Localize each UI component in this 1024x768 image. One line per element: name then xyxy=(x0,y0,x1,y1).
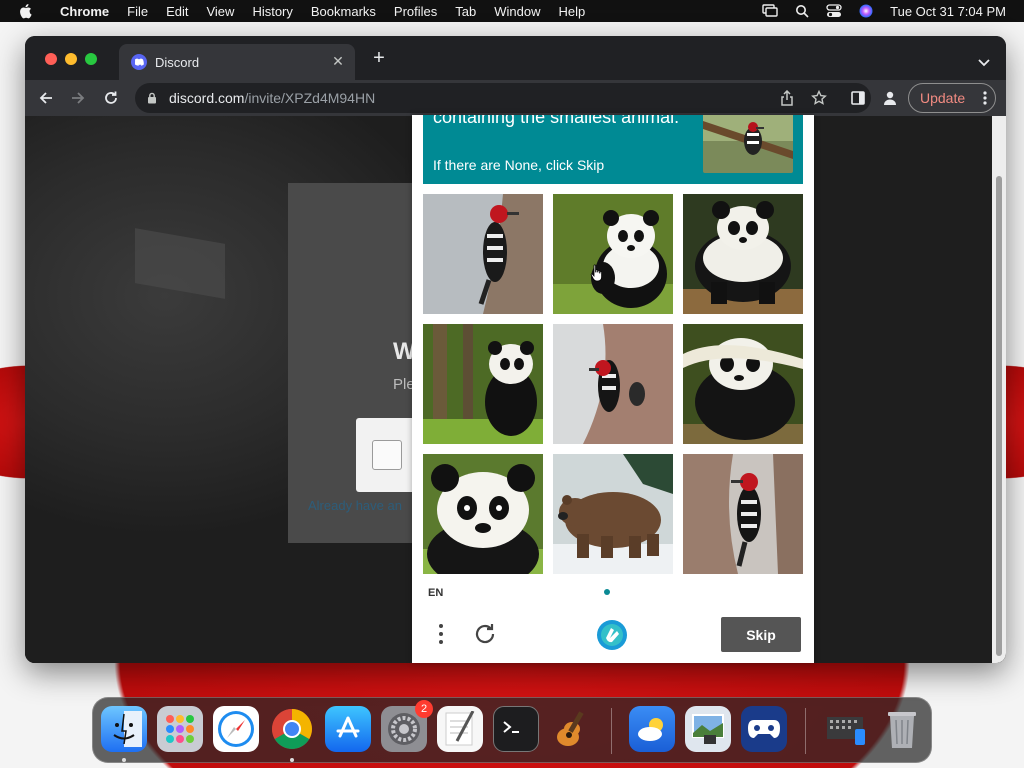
menu-app-name[interactable]: Chrome xyxy=(60,4,109,19)
captcha-header: containing the smallest animal. If there… xyxy=(423,115,803,184)
chrome-menu-icon[interactable] xyxy=(983,90,987,106)
url-text: discord.com/invite/XPZd4M94HN xyxy=(169,90,375,106)
chrome-icon[interactable] xyxy=(269,706,315,752)
captcha-hint: If there are None, click Skip xyxy=(433,157,605,173)
settings-notification-badge: 2 xyxy=(415,700,433,718)
bookmark-star-icon[interactable] xyxy=(811,90,827,106)
menu-help[interactable]: Help xyxy=(559,4,586,19)
captcha-tile-1[interactable] xyxy=(423,194,543,314)
url-path: /invite/XPZd4M94HN xyxy=(244,90,376,106)
safari-icon[interactable] xyxy=(213,706,259,752)
more-options-icon[interactable] xyxy=(436,621,446,647)
launchpad-icon[interactable] xyxy=(157,706,203,752)
menu-tab[interactable]: Tab xyxy=(455,4,476,19)
dock-separator-2 xyxy=(805,708,806,754)
refresh-challenge-icon[interactable] xyxy=(472,621,498,647)
dock: 2 xyxy=(92,697,932,763)
apple-icon[interactable] xyxy=(18,3,36,19)
language-selector[interactable]: EN xyxy=(428,587,443,599)
chrome-running-dot xyxy=(290,758,294,762)
finder-icon[interactable] xyxy=(101,706,147,752)
captcha-challenge: containing the smallest animal. If there… xyxy=(412,115,814,663)
hand-cursor-icon xyxy=(590,264,604,282)
zoom-window-button[interactable] xyxy=(85,53,97,65)
close-tab-icon[interactable]: ✕ xyxy=(331,54,345,68)
lock-icon[interactable] xyxy=(147,91,159,105)
reload-icon[interactable] xyxy=(102,89,120,107)
menu-profiles[interactable]: Profiles xyxy=(394,4,437,19)
page-scrollbar[interactable] xyxy=(992,116,1006,663)
profile-icon[interactable] xyxy=(881,89,899,107)
discord-favicon-icon xyxy=(131,54,147,70)
captcha-checkbox[interactable] xyxy=(372,440,402,470)
captcha-tile-7[interactable] xyxy=(423,454,543,574)
system-settings-icon[interactable]: 2 xyxy=(381,700,433,752)
terminal-icon[interactable] xyxy=(493,706,539,752)
tab-title: Discord xyxy=(155,54,200,70)
close-window-button[interactable] xyxy=(45,53,57,65)
menu-edit[interactable]: Edit xyxy=(166,4,188,19)
captcha-tile-2[interactable] xyxy=(553,194,673,314)
skip-button[interactable]: Skip xyxy=(721,617,801,652)
tab-search-chevron-icon[interactable] xyxy=(978,54,990,67)
menu-history[interactable]: History xyxy=(252,4,292,19)
steam-link-icon[interactable] xyxy=(741,706,787,752)
forward-arrow-icon[interactable] xyxy=(69,89,87,107)
finder-running-dot xyxy=(122,758,126,762)
menu-view[interactable]: View xyxy=(206,4,234,19)
minimize-window-button[interactable] xyxy=(65,53,77,65)
downloads-stack-icon[interactable] xyxy=(823,706,869,752)
captcha-image-grid xyxy=(423,194,803,574)
hcaptcha-logo-icon[interactable] xyxy=(595,618,629,652)
captcha-tile-6[interactable] xyxy=(683,324,803,444)
update-label: Update xyxy=(920,90,966,106)
dock-separator xyxy=(611,708,612,754)
captcha-tile-9[interactable] xyxy=(683,454,803,574)
captcha-prompt: containing the smallest animal. xyxy=(433,115,680,127)
new-tab-icon[interactable]: + xyxy=(371,48,387,68)
scrollbar-thumb[interactable] xyxy=(996,176,1002,656)
textedit-icon[interactable] xyxy=(437,706,483,752)
preview-icon[interactable] xyxy=(685,706,731,752)
captcha-tile-3[interactable] xyxy=(683,194,803,314)
screen-mirroring-icon[interactable] xyxy=(762,4,778,18)
trash-icon[interactable] xyxy=(879,706,925,752)
app-store-icon[interactable] xyxy=(325,706,371,752)
captcha-footer: Skip xyxy=(412,613,814,663)
update-button[interactable]: Update xyxy=(908,83,996,113)
weather-icon[interactable] xyxy=(629,706,675,752)
share-icon[interactable] xyxy=(779,90,795,106)
menu-bar: Chrome File Edit View History Bookmarks … xyxy=(0,0,1024,22)
url-domain: discord.com xyxy=(169,90,245,106)
siri-icon[interactable] xyxy=(858,4,874,18)
captcha-tile-8[interactable] xyxy=(553,454,673,574)
control-center-icon[interactable] xyxy=(826,4,842,18)
menu-bookmarks[interactable]: Bookmarks xyxy=(311,4,376,19)
menu-clock[interactable]: Tue Oct 31 7:04 PM xyxy=(890,4,1006,19)
back-arrow-icon[interactable] xyxy=(37,89,55,107)
page-indicator-dot xyxy=(604,589,610,595)
captcha-tile-5[interactable] xyxy=(553,324,673,444)
side-panel-icon[interactable] xyxy=(849,89,867,107)
captcha-tile-4[interactable] xyxy=(423,324,543,444)
garageband-icon[interactable] xyxy=(549,706,595,752)
menu-file[interactable]: File xyxy=(127,4,148,19)
menu-window[interactable]: Window xyxy=(494,4,540,19)
browser-toolbar: discord.com/invite/XPZd4M94HN Update xyxy=(25,80,1006,116)
login-link[interactable]: Already have an xyxy=(308,498,402,513)
spotlight-search-icon[interactable] xyxy=(794,4,810,18)
window-controls xyxy=(45,53,97,65)
tab-discord[interactable]: Discord ✕ xyxy=(119,44,355,80)
captcha-sample-image xyxy=(703,115,793,173)
address-bar[interactable]: discord.com/invite/XPZd4M94HN xyxy=(135,83,871,113)
tab-strip: Discord ✕ + xyxy=(25,36,1006,80)
